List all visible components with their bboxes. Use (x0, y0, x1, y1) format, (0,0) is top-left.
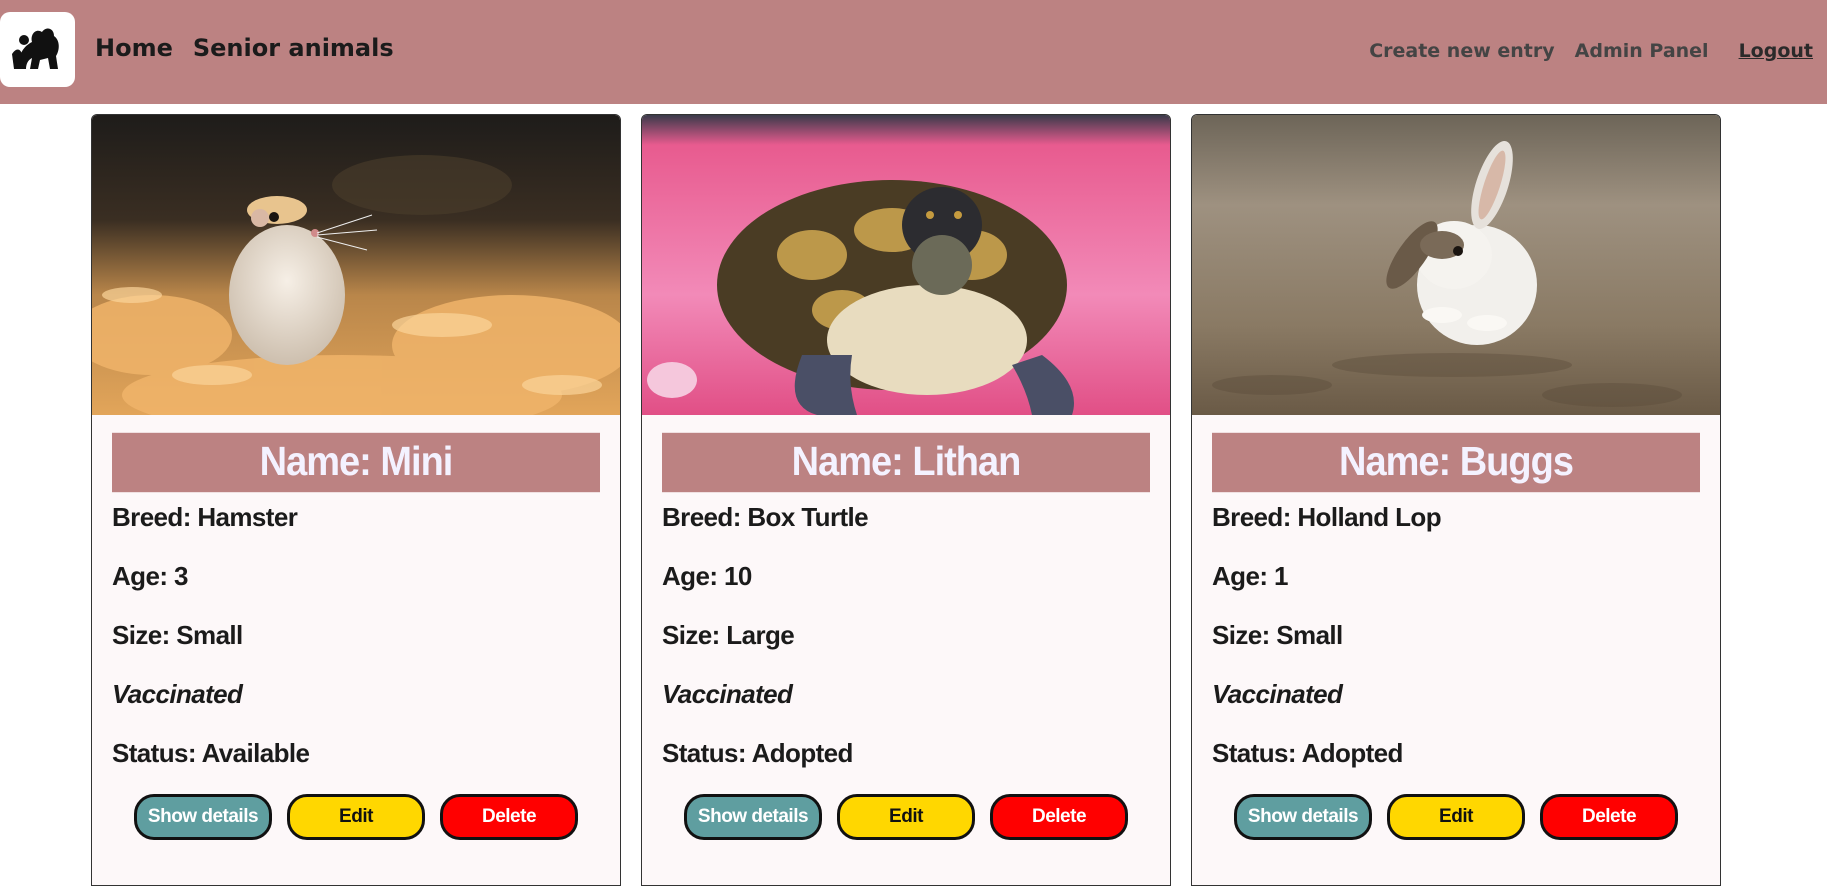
show-details-button[interactable]: Show details (134, 794, 272, 840)
delete-button[interactable]: Delete (440, 794, 578, 840)
animal-size: Size: Small (1212, 620, 1343, 650)
nav-admin-panel-link[interactable]: Admin Panel (1575, 40, 1709, 62)
edit-button[interactable]: Edit (837, 794, 975, 840)
rabbit-photo (1192, 115, 1720, 415)
animal-breed: Breed: Holland Lop (1212, 502, 1442, 532)
animal-status: Status: Adopted (662, 738, 853, 768)
animal-card: Name: Buggs Breed: Holland Lop Age: 1 Si… (1191, 114, 1721, 886)
edit-button[interactable]: Edit (287, 794, 425, 840)
animal-size: Size: Large (662, 620, 795, 650)
delete-button[interactable]: Delete (990, 794, 1128, 840)
hamster-photo (92, 115, 620, 415)
animals-logo-icon (12, 28, 59, 69)
animal-age: Age: 10 (662, 561, 752, 591)
nav-create-entry-link[interactable]: Create new entry (1369, 40, 1554, 62)
animal-breed: Breed: Hamster (112, 502, 298, 532)
logo[interactable] (0, 12, 75, 87)
animal-size: Size: Small (112, 620, 243, 650)
show-details-button[interactable]: Show details (684, 794, 822, 840)
show-details-button[interactable]: Show details (1234, 794, 1372, 840)
delete-button[interactable]: Delete (1540, 794, 1678, 840)
animal-status: Status: Adopted (1212, 738, 1403, 768)
animal-breed: Breed: Box Turtle (662, 502, 869, 532)
animal-name: Name: Lithan (662, 432, 1150, 493)
vaccinated-label: Vaccinated (662, 679, 793, 709)
nav-home-link[interactable]: Home (95, 34, 173, 62)
turtle-photo (642, 115, 1170, 415)
vaccinated-label: Vaccinated (1212, 679, 1343, 709)
edit-button[interactable]: Edit (1387, 794, 1525, 840)
animal-status: Status: Available (112, 738, 310, 768)
animal-cards: Name: Mini Breed: Hamster Age: 3 Size: S… (91, 114, 1721, 886)
animal-age: Age: 1 (1212, 561, 1288, 591)
animal-card: Name: Mini Breed: Hamster Age: 3 Size: S… (91, 114, 621, 886)
navbar: Home Senior animals Create new entry Adm… (0, 0, 1827, 104)
animal-age: Age: 3 (112, 561, 188, 591)
animal-name: Name: Buggs (1212, 432, 1700, 493)
vaccinated-label: Vaccinated (112, 679, 243, 709)
nav-senior-animals-link[interactable]: Senior animals (193, 34, 394, 62)
logout-link[interactable]: Logout (1739, 40, 1813, 62)
animal-name: Name: Mini (112, 432, 600, 493)
animal-card: Name: Lithan Breed: Box Turtle Age: 10 S… (641, 114, 1171, 886)
